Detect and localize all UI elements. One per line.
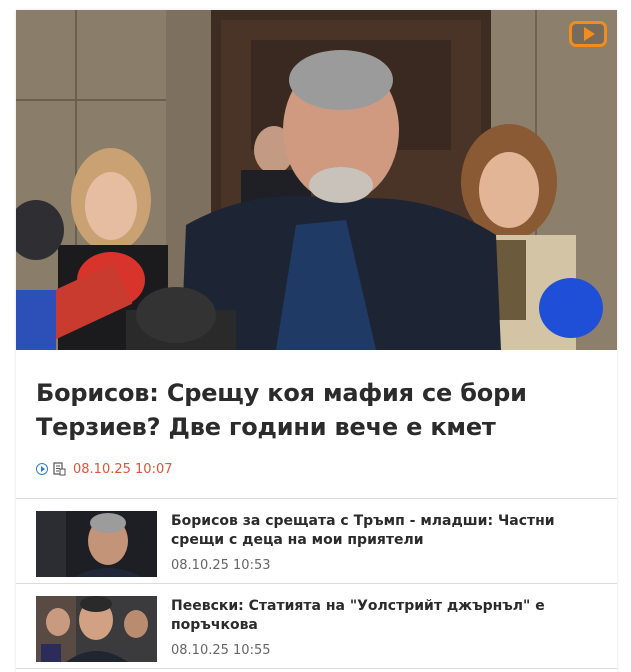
- play-circle-icon: [36, 463, 48, 475]
- hero-image[interactable]: [16, 10, 617, 350]
- play-icon: [584, 27, 595, 41]
- list-item[interactable]: Пеевски: Статията на "Уолстрийт джърнъл"…: [16, 584, 617, 669]
- news-card: Борисов: Срещу коя мафия се бори Терзиев…: [16, 10, 617, 672]
- thumbnail-photo: [36, 511, 157, 577]
- main-article-meta: 08.10.25 10:07: [16, 444, 617, 480]
- article-time: 08.10.25 10:53: [171, 558, 271, 573]
- main-article-title[interactable]: Борисов: Срещу коя мафия се бори Терзиев…: [16, 350, 617, 444]
- main-article-time: 08.10.25 10:07: [73, 461, 173, 477]
- article-thumbnail[interactable]: [36, 596, 157, 662]
- article-time: 08.10.25 10:55: [171, 643, 271, 658]
- article-title[interactable]: Борисов за срещата с Тръмп - младши: Час…: [171, 512, 607, 550]
- thumbnail-photo: [36, 596, 157, 662]
- hero-photo: [16, 10, 617, 350]
- document-icon: [53, 462, 66, 476]
- article-title[interactable]: Пеевски: Статията на "Уолстрийт джърнъл"…: [171, 597, 607, 635]
- video-badge[interactable]: [569, 21, 607, 47]
- article-thumbnail[interactable]: [36, 511, 157, 577]
- list-item[interactable]: Борисов за срещата с Тръмп - младши: Час…: [16, 499, 617, 584]
